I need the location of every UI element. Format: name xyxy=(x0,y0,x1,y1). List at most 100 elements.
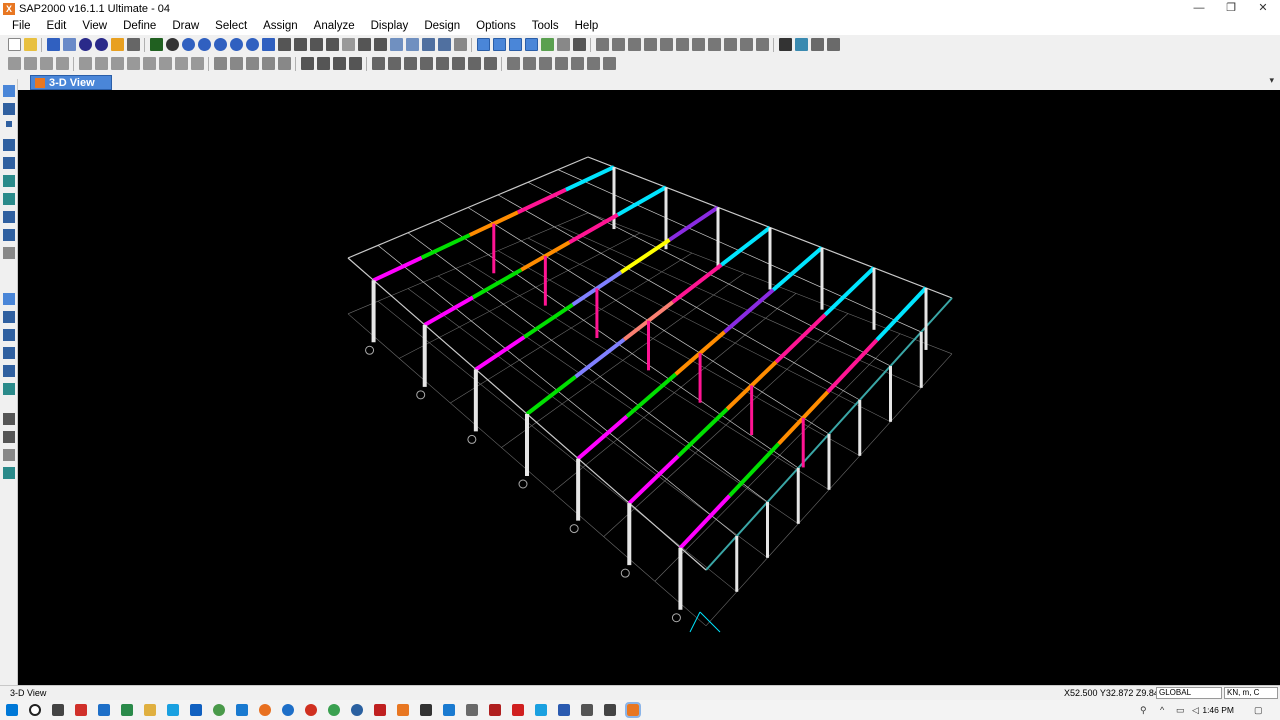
joint-constraint-icon[interactable] xyxy=(348,57,362,70)
app-icon[interactable] xyxy=(603,704,616,716)
menu-help[interactable]: Help xyxy=(567,17,607,35)
table-icon[interactable] xyxy=(554,57,568,70)
check-design-icon[interactable] xyxy=(522,57,536,70)
refresh-icon[interactable] xyxy=(165,38,179,51)
area-section-icon[interactable] xyxy=(213,57,227,70)
people-icon[interactable]: ⚲ xyxy=(1140,705,1147,716)
nv-view-icon[interactable] xyxy=(341,38,355,51)
file-explorer-icon[interactable] xyxy=(143,704,156,716)
report-icon[interactable] xyxy=(570,57,584,70)
roof-beam[interactable] xyxy=(678,494,731,550)
snap-icon[interactable] xyxy=(540,38,554,51)
menu-options[interactable]: Options xyxy=(468,17,524,35)
menu-display[interactable]: Display xyxy=(363,17,417,35)
down-arrow-icon[interactable] xyxy=(405,38,419,51)
draw-secondary-beams-icon[interactable] xyxy=(3,193,15,205)
assign-spring-icon[interactable] xyxy=(39,57,53,70)
align-icon[interactable] xyxy=(691,38,705,51)
delete-icon[interactable] xyxy=(643,38,657,51)
frame-design-icon[interactable] xyxy=(506,57,520,70)
xz-view-icon[interactable] xyxy=(309,38,323,51)
previous-select-icon[interactable] xyxy=(3,431,15,443)
zoom-rubberband-icon[interactable] xyxy=(181,38,195,51)
edge-icon[interactable] xyxy=(235,704,248,716)
perspective-icon[interactable] xyxy=(373,38,387,51)
display-options-icon[interactable] xyxy=(421,38,435,51)
joint-reaction-icon[interactable] xyxy=(332,57,346,70)
roof-beam[interactable] xyxy=(471,268,523,300)
app-icon[interactable] xyxy=(396,704,409,716)
lock-icon[interactable] xyxy=(126,38,140,51)
store-icon[interactable] xyxy=(120,704,133,716)
assign-joint-icon[interactable] xyxy=(7,57,21,70)
pan-icon[interactable] xyxy=(261,38,275,51)
frame-section-icon[interactable] xyxy=(78,57,92,70)
ground-grid-line[interactable] xyxy=(497,250,860,457)
open-folder-icon[interactable] xyxy=(23,38,37,51)
print-icon[interactable] xyxy=(62,38,76,51)
support-icon[interactable] xyxy=(518,479,528,489)
draw-tendon-icon[interactable] xyxy=(451,57,465,70)
move-icon[interactable] xyxy=(675,38,689,51)
support-icon[interactable] xyxy=(467,434,477,444)
menu-edit[interactable]: Edit xyxy=(39,17,75,35)
pointer-icon[interactable] xyxy=(3,85,15,97)
save-icon[interactable] xyxy=(46,38,60,51)
pdf-icon[interactable] xyxy=(488,704,501,716)
draw-solid-icon[interactable] xyxy=(419,57,433,70)
export-icon[interactable] xyxy=(586,57,600,70)
task-view-icon[interactable] xyxy=(51,704,64,716)
joint-displacement-icon[interactable] xyxy=(316,57,330,70)
redo-icon[interactable] xyxy=(94,38,108,51)
merge-icon[interactable] xyxy=(723,38,737,51)
menu-assign[interactable]: Assign xyxy=(255,17,306,35)
draw-cable-icon[interactable] xyxy=(467,57,481,70)
menu-draw[interactable]: Draw xyxy=(164,17,207,35)
3d-view-icon[interactable] xyxy=(277,38,291,51)
network-icon[interactable]: ▭ xyxy=(1176,705,1185,716)
new-file-icon[interactable] xyxy=(7,38,21,51)
roof-beam[interactable] xyxy=(671,263,723,304)
grid-snap-icon[interactable] xyxy=(524,38,538,51)
show-forces-icon[interactable] xyxy=(794,38,808,51)
chrome-icon[interactable] xyxy=(327,704,340,716)
snap-points-icon[interactable] xyxy=(3,293,15,305)
copy-icon[interactable] xyxy=(611,38,625,51)
app-icon[interactable] xyxy=(166,704,179,716)
ground-grid-line[interactable] xyxy=(467,263,830,491)
support-icon[interactable] xyxy=(416,390,426,400)
frame-mesh-icon[interactable] xyxy=(174,57,188,70)
roof-beam[interactable] xyxy=(420,233,471,260)
app-icon[interactable] xyxy=(442,704,455,716)
roof-beam[interactable] xyxy=(875,286,928,342)
sap2000-taskbar-icon[interactable] xyxy=(624,702,641,718)
perimeter-beam[interactable] xyxy=(347,156,589,259)
frame-loads-icon[interactable] xyxy=(126,57,140,70)
divide-icon[interactable] xyxy=(707,38,721,51)
app-icon[interactable] xyxy=(465,704,478,716)
clear-select-icon[interactable] xyxy=(3,449,15,461)
area-springs-icon[interactable] xyxy=(261,57,275,70)
area-loads-icon[interactable] xyxy=(229,57,243,70)
draw-line-icon[interactable] xyxy=(387,57,401,70)
frame-release-icon[interactable] xyxy=(94,57,108,70)
draw-dimension-icon[interactable] xyxy=(483,57,497,70)
zoom-in-icon[interactable] xyxy=(197,38,211,51)
rotate-view-icon[interactable] xyxy=(357,38,371,51)
cut-icon[interactable] xyxy=(595,38,609,51)
global-axis-icon[interactable] xyxy=(689,611,701,633)
search-icon[interactable] xyxy=(28,704,41,716)
snap-intersections-icon[interactable] xyxy=(3,329,15,341)
ground-grid-line[interactable] xyxy=(527,237,891,423)
up-arrow-icon[interactable] xyxy=(389,38,403,51)
tab-3d-view[interactable]: 3-D View xyxy=(30,75,112,90)
roof-beam[interactable] xyxy=(574,337,626,379)
zoom-out-icon[interactable] xyxy=(213,38,227,51)
structural-model-drawing[interactable] xyxy=(18,90,1280,685)
roof-beam[interactable] xyxy=(676,407,729,458)
snap-lines-icon[interactable] xyxy=(3,365,15,377)
frame-insertion-icon[interactable] xyxy=(190,57,204,70)
maximize-button[interactable]: ❐ xyxy=(1216,0,1246,17)
mail-icon[interactable] xyxy=(97,704,110,716)
roof-beam[interactable] xyxy=(474,335,526,372)
